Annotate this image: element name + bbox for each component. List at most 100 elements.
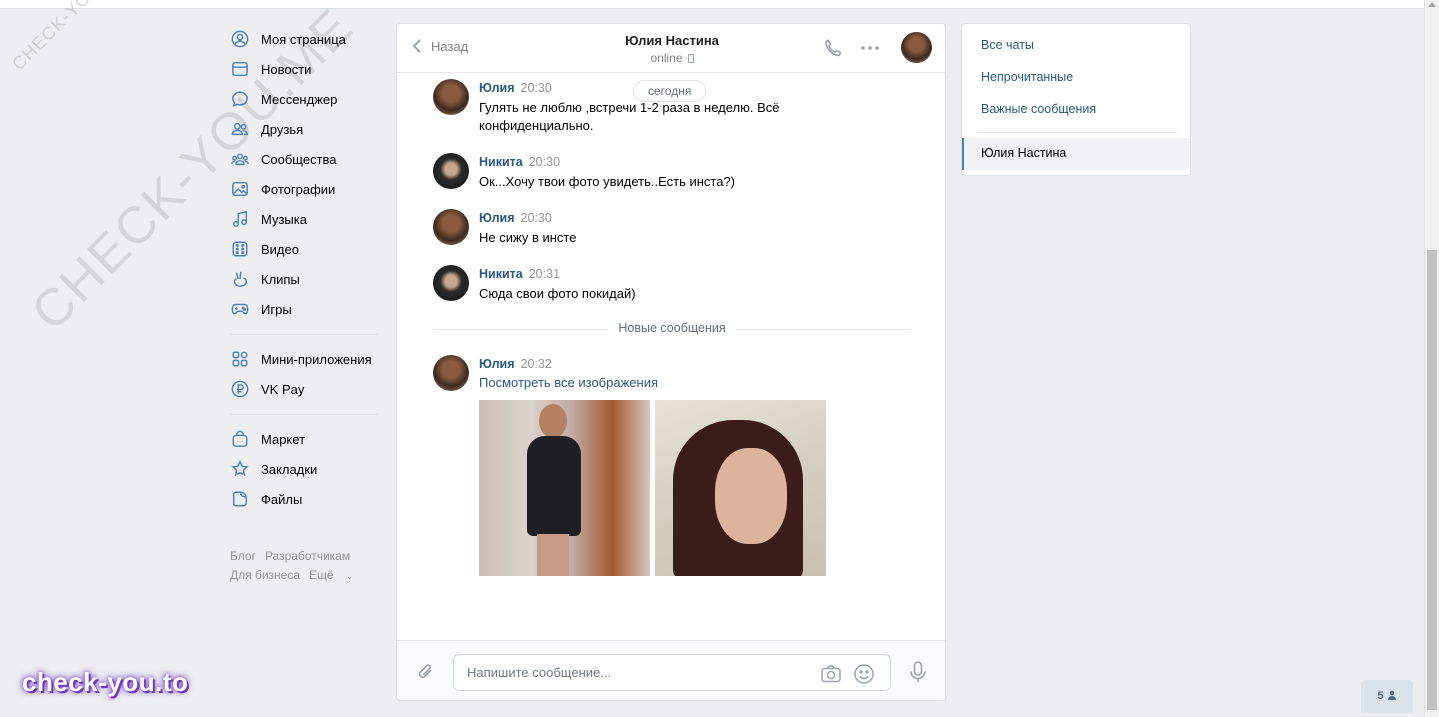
message-author[interactable]: Никита (479, 267, 523, 281)
peer-avatar[interactable] (901, 32, 932, 63)
voice-message-button[interactable] (907, 660, 929, 687)
message-text: Не сижу в инсте (479, 230, 577, 245)
footer-business-link[interactable]: Для бизнеса (230, 568, 300, 582)
message-time: 20:30 (520, 81, 552, 95)
clips-icon (230, 269, 250, 289)
message-author[interactable]: Юлия (479, 211, 515, 225)
camera-button[interactable] (820, 663, 842, 688)
photo-attachment[interactable] (655, 400, 826, 576)
nav-clips[interactable]: Клипы (230, 264, 380, 294)
photo-detail (537, 534, 569, 576)
nav-mini-apps[interactable]: Мини-приложения (230, 344, 380, 374)
scrollbar-thumb[interactable] (1427, 250, 1437, 710)
footer-dev-link[interactable]: Разработчикам (265, 549, 350, 563)
page-scrollbar[interactable] (1424, 0, 1439, 717)
footer-more-link[interactable]: Ещё ⌄ (309, 568, 362, 582)
chat-bubble-icon (230, 89, 250, 109)
camera-icon (821, 665, 841, 683)
nav-label: Мессенджер (261, 91, 338, 107)
phone-icon (825, 39, 842, 57)
view-all-images-link[interactable]: Посмотреть все изображения (479, 375, 658, 390)
message-composer: Напишите сообщение... (397, 640, 945, 700)
message-author[interactable]: Юлия (479, 357, 515, 371)
footer-links: Блог Разработчикам Для бизнеса Ещё ⌄ (230, 547, 380, 586)
nav-games[interactable]: Игры (230, 294, 380, 324)
more-dots-icon (861, 46, 879, 50)
nav-bookmarks[interactable]: Закладки (230, 454, 380, 484)
nav-music[interactable]: Музыка (230, 204, 380, 234)
message-time: 20:31 (528, 267, 561, 281)
message-time: 20:30 (528, 155, 561, 169)
nav-label: Закладки (261, 461, 318, 477)
message-author-avatar[interactable] (433, 355, 469, 391)
more-actions-button[interactable] (859, 37, 881, 62)
nav-friends[interactable]: Друзья (230, 114, 380, 144)
attach-button[interactable] (415, 661, 437, 686)
message-author-avatar[interactable] (433, 79, 469, 115)
photo-detail (539, 404, 567, 438)
emoji-button[interactable] (853, 663, 875, 688)
nav-label: Сообщества (261, 151, 337, 167)
nav-messenger[interactable]: Мессенджер (230, 84, 380, 114)
video-icon (230, 239, 250, 259)
friends-icon (230, 119, 250, 139)
nav-market[interactable]: Маркет (230, 424, 380, 454)
nav-divider (230, 334, 378, 335)
nav-news[interactable]: Новости (230, 54, 380, 84)
smile-icon (854, 664, 874, 684)
nav-vk-pay[interactable]: VK Pay (230, 374, 380, 404)
paperclip-icon (418, 664, 432, 678)
communities-icon (230, 149, 250, 169)
photo-detail (715, 448, 787, 544)
message-text: Гулять не люблю ,встречи 1-2 раза в неде… (479, 100, 780, 133)
message-time: 20:30 (520, 211, 552, 225)
message-text: Ок...Хочу твои фото увидеть..Есть инста?… (479, 174, 736, 189)
nav-label: Мини-приложения (261, 351, 372, 367)
scroll-up-arrow-icon[interactable] (1428, 2, 1436, 7)
footer-blog-link[interactable]: Блог (230, 549, 256, 563)
nav-divider (230, 414, 378, 415)
online-friends-badge[interactable]: 5 (1361, 680, 1413, 713)
message-input[interactable]: Напишите сообщение... (453, 654, 891, 691)
gamepad-icon (230, 299, 250, 319)
date-pill: сегодня (633, 80, 707, 102)
filter-unread[interactable]: Непрочитанные (981, 70, 1073, 84)
star-icon (230, 459, 250, 479)
photo-attachment[interactable] (479, 400, 650, 576)
microphone-icon (910, 661, 926, 682)
apps-grid-icon (230, 349, 250, 369)
active-chat-label: Юлия Настина (981, 146, 1067, 160)
message-history[interactable]: Юлия 20:30 Гулять не люблю ,встречи 1-2 р… (397, 74, 945, 640)
nav-video[interactable]: Видео (230, 234, 380, 264)
filters-divider (977, 132, 1177, 133)
new-messages-text: Новые сообщения (608, 321, 736, 335)
message-author[interactable]: Никита (479, 155, 523, 169)
nav-my-page[interactable]: Моя страница (230, 24, 380, 54)
nav-communities[interactable]: Сообщества (230, 144, 380, 174)
message-author-avatar[interactable] (433, 265, 469, 301)
call-button[interactable] (822, 37, 844, 62)
nav-files[interactable]: Файлы (230, 484, 380, 514)
ruble-icon (230, 379, 250, 399)
message-author[interactable]: Юлия (479, 81, 515, 95)
person-icon (1387, 690, 1396, 700)
nav-label: Файлы (261, 491, 303, 507)
mobile-icon (687, 54, 694, 63)
nav-label: Клипы (261, 271, 300, 287)
nav-label: Новости (261, 61, 312, 77)
message-author-avatar[interactable] (433, 209, 469, 245)
top-bar (0, 0, 1424, 9)
active-chat-item[interactable]: Юлия Настина (962, 138, 1190, 170)
bag-icon (230, 429, 250, 449)
nav-label: VK Pay (261, 381, 305, 397)
message-author-avatar[interactable] (433, 153, 469, 189)
message-meta: Никита 20:31 (479, 267, 560, 281)
watermark-small: CHECK-YOU.ME (8, 0, 130, 75)
message-meta: Юлия 20:32 (479, 357, 552, 371)
nav-label: Музыка (261, 211, 307, 227)
nav-label: Друзья (261, 121, 304, 137)
nav-photos[interactable]: Фотографии (230, 174, 380, 204)
user-circle-icon (230, 29, 250, 49)
filter-all-chats[interactable]: Все чаты (981, 38, 1034, 52)
filter-important[interactable]: Важные сообщения (981, 102, 1096, 116)
